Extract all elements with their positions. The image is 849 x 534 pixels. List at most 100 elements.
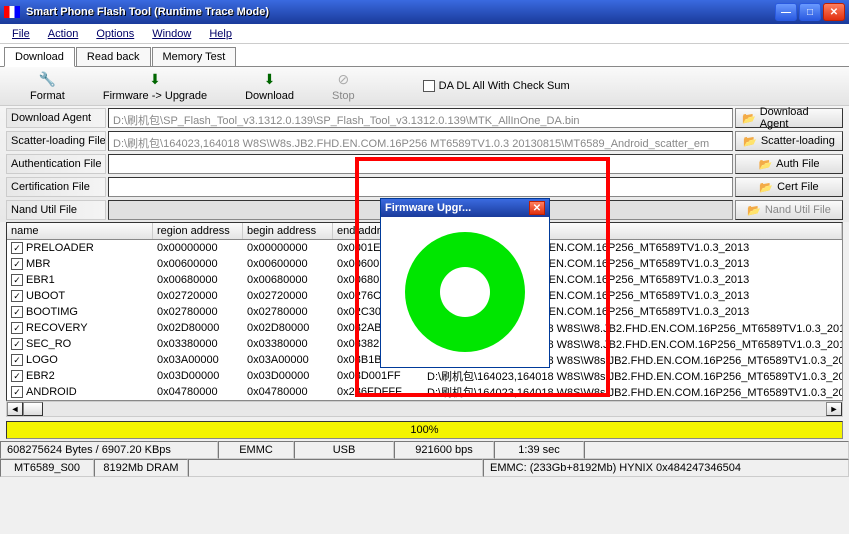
row-checkbox[interactable]: ✓	[11, 370, 23, 382]
cell-name: MBR	[26, 258, 50, 270]
cell-begin: 0x02780000	[243, 306, 333, 318]
progress-text: 100%	[410, 424, 438, 436]
row-checkbox[interactable]: ✓	[11, 338, 23, 350]
status-spacer	[584, 441, 849, 459]
horizontal-scrollbar[interactable]: ◄ ►	[6, 401, 843, 417]
scatter-label: Scatter-loading File	[6, 131, 106, 151]
cell-name: LOGO	[26, 354, 58, 366]
firmware-label: Firmware -> Upgrade	[103, 90, 207, 102]
format-button[interactable]: 🔧 Format	[30, 70, 65, 102]
download-agent-label: Download Agent	[6, 108, 106, 128]
nand-button: 📂Nand Util File	[735, 200, 843, 220]
status-bps: 921600 bps	[394, 441, 494, 459]
scroll-right-button[interactable]: ►	[826, 402, 842, 416]
status-time: 1:39 sec	[494, 441, 584, 459]
cell-region: 0x00000000	[153, 242, 243, 254]
th-region[interactable]: region address	[153, 223, 243, 239]
download-agent-button[interactable]: 📂Download Agent	[735, 108, 843, 128]
scroll-thumb[interactable]	[23, 402, 43, 416]
row-checkbox[interactable]: ✓	[11, 386, 23, 398]
folder-icon: 📂	[758, 158, 772, 171]
folder-icon: 📂	[759, 181, 773, 194]
scatter-button[interactable]: 📂Scatter-loading	[735, 131, 843, 151]
th-begin[interactable]: begin address	[243, 223, 333, 239]
status-dram: 8192Mb DRAM	[94, 459, 188, 477]
tab-readback[interactable]: Read back	[76, 47, 151, 66]
dialog-close-button[interactable]: ✕	[529, 201, 545, 215]
status-emmc: EMMC	[218, 441, 294, 459]
menu-file[interactable]: File	[4, 26, 38, 42]
row-checkbox[interactable]: ✓	[11, 290, 23, 302]
format-icon: 🔧	[38, 70, 56, 88]
cell-name: PRELOADER	[26, 242, 94, 254]
cell-name: ANDROID	[26, 386, 77, 398]
status-emmc-info: EMMC: (233Gb+8192Mb) HYNIX 0x48424734650…	[483, 459, 849, 477]
menu-help[interactable]: Help	[201, 26, 240, 42]
progress-bar: 100%	[6, 421, 843, 439]
window-title: Smart Phone Flash Tool (Runtime Trace Mo…	[26, 6, 775, 18]
cell-region: 0x03380000	[153, 338, 243, 350]
row-checkbox[interactable]: ✓	[11, 274, 23, 286]
cert-label: Certification File	[6, 177, 106, 197]
cell-begin: 0x02720000	[243, 290, 333, 302]
download-agent-input[interactable]: D:\刷机包\SP_Flash_Tool_v3.1312.0.139\SP_Fl…	[108, 108, 733, 128]
dialog-titlebar[interactable]: Firmware Upgr... ✕	[381, 199, 549, 217]
cell-region: 0x04780000	[153, 386, 243, 398]
scroll-left-button[interactable]: ◄	[7, 402, 23, 416]
menu-action[interactable]: Action	[40, 26, 87, 42]
cell-name: RECOVERY	[26, 322, 88, 334]
menu-window[interactable]: Window	[144, 26, 199, 42]
auth-button[interactable]: 📂Auth File	[735, 154, 843, 174]
cell-region: 0x02720000	[153, 290, 243, 302]
tab-download[interactable]: Download	[4, 47, 75, 67]
cell-region: 0x03A00000	[153, 354, 243, 366]
cell-name: EBR1	[26, 274, 55, 286]
cell-region: 0x00680000	[153, 274, 243, 286]
stop-button[interactable]: ⊘ Stop	[332, 70, 355, 102]
da-check-label: DA DL All With Check Sum	[439, 80, 570, 92]
cell-name: SEC_RO	[26, 338, 71, 350]
firmware-upgrade-button[interactable]: ⬇ Firmware -> Upgrade	[103, 70, 207, 102]
download-button[interactable]: ⬇ Download	[245, 70, 294, 102]
cell-end: 0x236FDFFF	[333, 386, 423, 398]
row-checkbox[interactable]: ✓	[11, 242, 23, 254]
da-check-container[interactable]: DA DL All With Check Sum	[423, 80, 570, 92]
maximize-button[interactable]: □	[799, 3, 821, 21]
minimize-button[interactable]: —	[775, 3, 797, 21]
cell-location: D:\刷机包\164023,164018 W8S\W8s.JB2.FHD.EN.…	[423, 384, 842, 400]
cell-begin: 0x00680000	[243, 274, 333, 286]
cell-begin: 0x02D80000	[243, 322, 333, 334]
menubar: File Action Options Window Help	[0, 24, 849, 44]
folder-icon: 📂	[742, 112, 756, 125]
scatter-input[interactable]: D:\刷机包\164023,164018 W8S\W8s.JB2.FHD.EN.…	[108, 131, 733, 151]
status-bar-2: MT6589_S00 8192Mb DRAM EMMC: (233Gb+8192…	[0, 459, 849, 477]
tab-memtest[interactable]: Memory Test	[152, 47, 237, 66]
row-checkbox[interactable]: ✓	[11, 322, 23, 334]
row-checkbox[interactable]: ✓	[11, 258, 23, 270]
status-chip: MT6589_S00	[0, 459, 94, 477]
folder-icon: 📂	[747, 204, 761, 217]
close-button[interactable]: ✕	[823, 3, 845, 21]
upgrade-icon: ⬇	[146, 70, 164, 88]
status-bar-1: 608275624 Bytes / 6907.20 KBps EMMC USB …	[0, 441, 849, 459]
stop-label: Stop	[332, 90, 355, 102]
dialog-body	[381, 217, 549, 367]
cell-end: 0x03D001FF	[333, 370, 423, 382]
row-checkbox[interactable]: ✓	[11, 306, 23, 318]
auth-input[interactable]	[108, 154, 733, 174]
cell-region: 0x03D00000	[153, 370, 243, 382]
cert-button[interactable]: 📂Cert File	[735, 177, 843, 197]
table-row[interactable]: ✓EBR20x03D000000x03D000000x03D001FFD:\刷机…	[7, 368, 842, 384]
row-checkbox[interactable]: ✓	[11, 354, 23, 366]
table-row[interactable]: ✓ANDROID0x047800000x047800000x236FDFFFD:…	[7, 384, 842, 400]
format-label: Format	[30, 90, 65, 102]
cert-input[interactable]	[108, 177, 733, 197]
cell-begin: 0x00000000	[243, 242, 333, 254]
firmware-upgrade-dialog: Firmware Upgr... ✕	[380, 198, 550, 368]
th-name[interactable]: name	[7, 223, 153, 239]
menu-options[interactable]: Options	[88, 26, 142, 42]
da-checkbox[interactable]	[423, 80, 435, 92]
stop-icon: ⊘	[334, 70, 352, 88]
cell-begin: 0x04780000	[243, 386, 333, 398]
cell-name: BOOTIMG	[26, 306, 78, 318]
